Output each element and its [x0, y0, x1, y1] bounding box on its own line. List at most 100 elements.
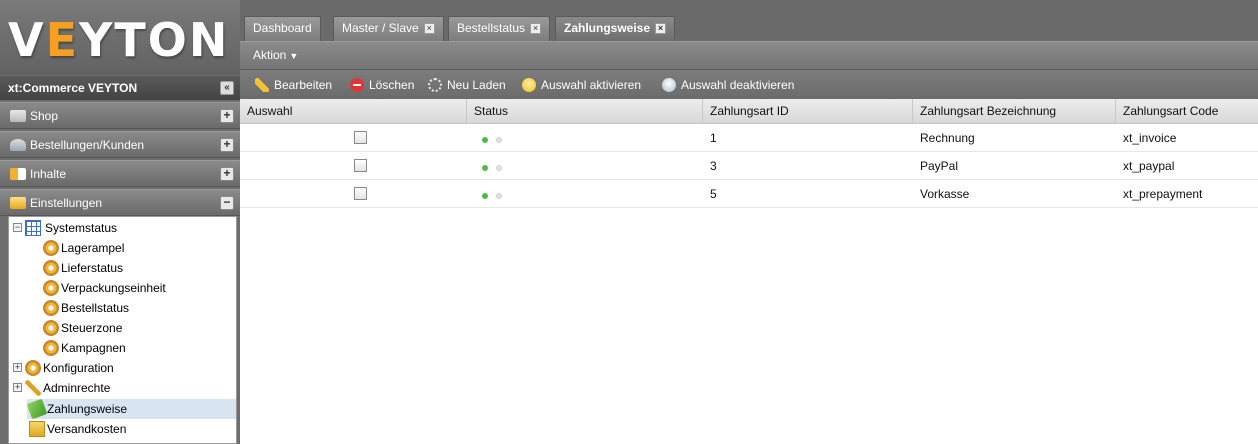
tab-label: Bestellstatus [457, 21, 526, 35]
status-inactive-dot[interactable] [496, 193, 502, 199]
tree-node-label: Versandkosten [47, 422, 127, 436]
cell-name: PayPal [920, 159, 959, 173]
accordion-orders-customers[interactable]: Bestellungen/Kunden + [0, 131, 240, 158]
tab-zahlungsweise[interactable]: Zahlungsweise × [555, 16, 676, 41]
tree-node-label: Lieferstatus [61, 261, 124, 275]
tab-label: Dashboard [253, 21, 312, 35]
expand-icon[interactable]: + [220, 109, 234, 123]
column-header-id[interactable]: Zahlungsart ID [703, 99, 913, 124]
customers-icon [10, 139, 26, 151]
tree-node-label: Systemstatus [45, 221, 118, 235]
app-title: xt:Commerce VEYTON [8, 81, 138, 95]
tree-expander-icon[interactable]: + [13, 363, 22, 372]
status-inactive-dot[interactable] [496, 165, 502, 171]
gear-icon [25, 360, 41, 376]
table-row[interactable]: 5 Vorkasse xt_prepayment [240, 181, 1258, 208]
tree-node-bestellstatus[interactable]: Bestellstatus [9, 298, 236, 318]
row-select-checkbox[interactable] [354, 131, 367, 144]
accordion-content[interactable]: Inhalte + [0, 160, 240, 187]
key-icon [25, 380, 41, 396]
tree-node-label: Steuerzone [61, 321, 123, 335]
tree-node-label: Verpackungseinheit [61, 281, 166, 295]
cell-code: xt_invoice [1123, 131, 1177, 145]
gear-icon [43, 260, 59, 276]
close-icon[interactable]: × [423, 23, 435, 34]
tree-node-label: Zahlungsweise [47, 402, 128, 416]
close-icon[interactable]: × [655, 23, 667, 34]
app-window: VEYTON xt:Commerce VEYTON « Shop + Beste… [0, 0, 1258, 444]
sidebar: VEYTON xt:Commerce VEYTON « Shop + Beste… [0, 0, 240, 444]
tab-master-slave[interactable]: Master / Slave × [333, 16, 444, 41]
tree-node-lieferstatus[interactable]: Lieferstatus [9, 258, 236, 278]
tree-expander-icon[interactable]: − [13, 223, 22, 232]
tree-node-systemstatus[interactable]: − Systemstatus [9, 218, 236, 238]
accordion-settings-label: Einstellungen [30, 196, 103, 210]
tree-node-versandkosten[interactable]: Versandkosten [27, 419, 236, 439]
content-icon [10, 168, 26, 180]
reload-label: Neu Laden [447, 78, 506, 92]
tree-node-kampagnen[interactable]: Kampagnen [9, 338, 236, 358]
delete-label: Löschen [369, 78, 415, 92]
status-active-dot[interactable] [482, 137, 488, 143]
accordion-shop[interactable]: Shop + [0, 102, 240, 129]
settings-tree: − Systemstatus Lagerampel Lieferstatus V… [8, 216, 237, 444]
status-inactive-dot[interactable] [496, 137, 502, 143]
collapse-sidebar-button[interactable]: « [220, 81, 234, 95]
cell-id: 5 [710, 187, 717, 201]
collapse-icon[interactable]: − [220, 196, 234, 210]
column-header-code[interactable]: Zahlungsart Code [1116, 99, 1258, 124]
tree-expander-icon[interactable]: + [13, 383, 22, 392]
app-title-bar: xt:Commerce VEYTON « [0, 76, 240, 100]
tab-dashboard[interactable]: Dashboard [244, 16, 321, 41]
tree-node-steuerzone[interactable]: Steuerzone [9, 318, 236, 338]
payment-grid: Auswahl Status Zahlungsart ID Zahlungsar… [240, 99, 1258, 444]
gear-icon [43, 340, 59, 356]
tree-node-label: Lagerampel [61, 241, 125, 255]
logo-area: VEYTON [0, 0, 240, 75]
expand-icon[interactable]: + [220, 167, 234, 181]
cell-id: 1 [710, 131, 717, 145]
accordion-orders-label: Bestellungen/Kunden [30, 138, 145, 152]
status-active-dot[interactable] [482, 165, 488, 171]
cell-code: xt_prepayment [1123, 187, 1203, 201]
systemstatus-icon [25, 220, 41, 236]
status-active-dot[interactable] [482, 193, 488, 199]
table-row[interactable]: 3 PayPal xt_paypal [240, 153, 1258, 180]
tab-bestellstatus[interactable]: Bestellstatus × [448, 16, 551, 41]
cell-name: Rechnung [920, 131, 975, 145]
row-select-checkbox[interactable] [354, 159, 367, 172]
main-panel: Dashboard Master / Slave × Bestellstatus ×… [240, 0, 1258, 444]
gear-icon [43, 240, 59, 256]
column-header-auswahl[interactable]: Auswahl [240, 99, 467, 124]
aktion-menu-button[interactable]: Aktion ▼ [253, 48, 298, 62]
action-bar: Aktion ▼ [240, 41, 1258, 69]
gear-icon [43, 280, 59, 296]
tab-bar: Dashboard Master / Slave × Bestellstatus ×… [240, 0, 1258, 41]
tree-node-label: Adminrechte [43, 381, 111, 395]
aktion-label: Aktion [253, 48, 287, 62]
veyton-logo: VEYTON [8, 13, 230, 67]
toolbar: Bearbeiten Löschen Neu Laden Auswahl akt… [240, 69, 1258, 99]
accordion-shop-label: Shop [30, 109, 59, 123]
tree-node-label: Bestellstatus [61, 301, 130, 315]
column-header-status[interactable]: Status [467, 99, 703, 124]
deactivate-selection-label: Auswahl deaktivieren [681, 78, 795, 92]
tree-node-lagerampel[interactable]: Lagerampel [9, 238, 236, 258]
column-header-bezeichnung[interactable]: Zahlungsart Bezeichnung [913, 99, 1116, 124]
row-select-checkbox[interactable] [354, 187, 367, 200]
accordion-content-label: Inhalte [30, 167, 67, 181]
activate-selection-label: Auswahl aktivieren [541, 78, 642, 92]
close-icon[interactable]: × [530, 23, 542, 34]
accordion-settings[interactable]: Einstellungen − [0, 189, 240, 216]
tree-node-zahlungsweise[interactable]: Zahlungsweise [26, 398, 236, 420]
table-row[interactable]: 1 Rechnung xt_invoice [240, 125, 1258, 152]
bulb-off-icon [662, 78, 676, 92]
payment-icon [26, 398, 48, 420]
tree-node-konfiguration[interactable]: + Konfiguration [9, 358, 236, 378]
delete-icon [350, 78, 364, 92]
expand-icon[interactable]: + [220, 138, 234, 152]
tree-node-adminrechte[interactable]: + Adminrechte [9, 378, 236, 398]
grid-header: Auswahl Status Zahlungsart ID Zahlungsar… [240, 99, 1258, 124]
edit-label: Bearbeiten [274, 78, 333, 92]
tree-node-verpackungseinheit[interactable]: Verpackungseinheit [9, 278, 236, 298]
